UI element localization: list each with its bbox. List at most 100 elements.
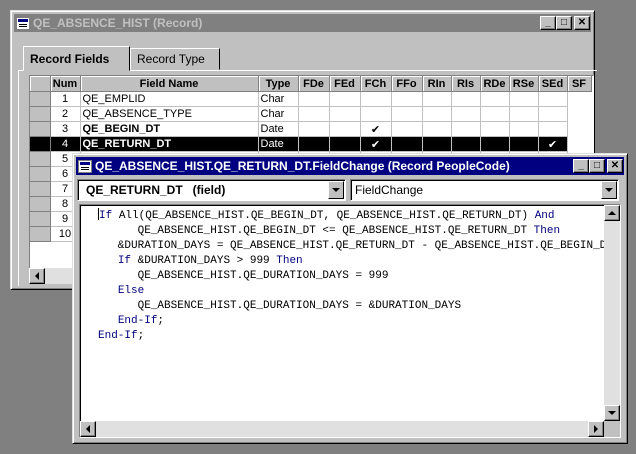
type-cell[interactable]: Date — [258, 121, 299, 137]
column-header[interactable]: RSe — [509, 76, 539, 92]
column-header[interactable]: SEd — [538, 76, 568, 92]
type-cell[interactable]: Char — [258, 106, 299, 122]
flag-cell[interactable] — [360, 106, 392, 122]
flag-cell[interactable] — [538, 106, 568, 122]
field-combo[interactable]: QE_RETURN_DT (field) — [77, 179, 346, 201]
type-cell[interactable]: Char — [258, 91, 299, 107]
flag-cell[interactable] — [298, 121, 330, 137]
close-button[interactable]: ✕ — [574, 16, 590, 30]
chevron-down-icon[interactable] — [328, 181, 344, 199]
flag-cell[interactable] — [329, 91, 361, 107]
code-editor[interactable]: If All(QE_ABSENCE_HIST.QE_BEGIN_DT, QE_A… — [79, 204, 621, 438]
column-header[interactable]: Field Name — [80, 76, 259, 92]
minimize-button[interactable]: _ — [540, 16, 556, 30]
row-header[interactable] — [30, 166, 51, 182]
table-row[interactable]: 1 QE_EMPLID Char — [30, 91, 591, 107]
row-header[interactable] — [30, 121, 51, 137]
row-header[interactable] — [30, 151, 51, 167]
flag-cell[interactable] — [298, 136, 330, 152]
row-number-cell[interactable]: 4 — [50, 136, 81, 152]
flag-cell[interactable] — [391, 121, 423, 137]
row-header[interactable] — [30, 136, 51, 152]
maximize-button[interactable]: □ — [556, 16, 572, 30]
flag-cell[interactable] — [451, 136, 481, 152]
editor-vscrollbar[interactable] — [604, 205, 620, 421]
column-header[interactable]: Num — [50, 76, 81, 92]
flag-cell[interactable] — [538, 121, 568, 137]
chevron-down-icon[interactable] — [601, 181, 617, 199]
scroll-right-button[interactable] — [588, 421, 604, 437]
corner-cell[interactable] — [30, 76, 51, 92]
table-row[interactable]: 2 QE_ABSENCE_TYPE Char — [30, 106, 591, 122]
flag-cell[interactable] — [480, 106, 510, 122]
flag-cell[interactable] — [480, 121, 510, 137]
row-header[interactable] — [30, 181, 51, 197]
table-row[interactable]: 3 QE_BEGIN_DT Date ✔ — [30, 121, 591, 137]
column-header[interactable]: SF — [567, 76, 592, 92]
column-header[interactable]: FFo — [391, 76, 423, 92]
column-header[interactable]: FCh — [360, 76, 392, 92]
field-name-cell[interactable]: QE_RETURN_DT — [80, 136, 259, 152]
column-header[interactable]: RIn — [422, 76, 452, 92]
flag-cell[interactable] — [422, 91, 452, 107]
column-header[interactable]: Type — [258, 76, 299, 92]
close-button[interactable]: ✕ — [607, 159, 623, 173]
column-header[interactable]: RIs — [451, 76, 481, 92]
tab-record-fields[interactable]: Record Fields — [23, 46, 130, 71]
flag-cell[interactable] — [451, 91, 481, 107]
scroll-left-button[interactable] — [29, 268, 45, 284]
flag-cell[interactable] — [329, 121, 361, 137]
flag-cell[interactable] — [422, 121, 452, 137]
flag-cell[interactable] — [538, 91, 568, 107]
flag-cell[interactable] — [509, 91, 539, 107]
field-name-cell[interactable]: QE_BEGIN_DT — [80, 121, 259, 137]
flag-cell[interactable] — [329, 136, 361, 152]
flag-cell[interactable] — [422, 136, 452, 152]
scroll-up-button[interactable] — [604, 205, 620, 221]
field-name-cell[interactable]: QE_EMPLID — [80, 91, 259, 107]
row-header[interactable] — [30, 211, 51, 227]
flag-cell[interactable] — [391, 136, 423, 152]
flag-cell[interactable] — [298, 106, 330, 122]
flag-cell[interactable]: ✔ — [360, 136, 392, 152]
row-number-cell[interactable]: 1 — [50, 91, 81, 107]
peoplecode-window-titlebar[interactable]: QE_ABSENCE_HIST.QE_RETURN_DT.FieldChange… — [76, 157, 624, 175]
row-number-cell[interactable]: 2 — [50, 106, 81, 122]
row-header[interactable] — [30, 106, 51, 122]
flag-cell[interactable] — [509, 121, 539, 137]
flag-cell[interactable] — [422, 106, 452, 122]
type-cell[interactable]: Date — [258, 136, 299, 152]
scroll-left-button[interactable] — [80, 421, 96, 437]
row-number-cell[interactable]: 3 — [50, 121, 81, 137]
flag-cell[interactable] — [298, 91, 330, 107]
flag-cell[interactable]: ✔ — [538, 136, 568, 152]
row-header[interactable] — [30, 196, 51, 212]
column-header[interactable]: RDe — [480, 76, 510, 92]
code-text[interactable]: If All(QE_ABSENCE_HIST.QE_BEGIN_DT, QE_A… — [98, 208, 620, 344]
editor-hscrollbar[interactable] — [80, 421, 604, 437]
table-row[interactable]: 4 QE_RETURN_DT Date ✔ ✔ — [30, 136, 591, 152]
record-window-titlebar[interactable]: QE_ABSENCE_HIST (Record) _ □ ✕ — [14, 14, 591, 32]
tab-record-type[interactable]: Record Type — [130, 48, 220, 70]
event-combo[interactable]: FieldChange — [350, 179, 619, 201]
flag-cell[interactable] — [329, 106, 361, 122]
flag-cell[interactable] — [391, 91, 423, 107]
flag-cell[interactable] — [451, 106, 481, 122]
flag-cell[interactable]: ✔ — [360, 121, 392, 137]
scroll-down-button[interactable] — [604, 405, 620, 421]
flag-cell[interactable] — [509, 136, 539, 152]
column-header[interactable]: FEd — [329, 76, 361, 92]
flag-cell[interactable] — [360, 91, 392, 107]
row-header[interactable] — [30, 226, 51, 242]
field-name-cell[interactable]: QE_ABSENCE_TYPE — [80, 106, 259, 122]
flag-cell[interactable] — [391, 106, 423, 122]
minimize-button[interactable]: _ — [573, 159, 589, 173]
column-header[interactable]: FDe — [298, 76, 330, 92]
flag-cell[interactable] — [509, 106, 539, 122]
flag-cell[interactable] — [480, 136, 510, 152]
flag-cell[interactable] — [480, 91, 510, 107]
row-header[interactable] — [30, 91, 51, 107]
maximize-button[interactable]: □ — [589, 159, 605, 173]
flag-cell[interactable] — [451, 121, 481, 137]
